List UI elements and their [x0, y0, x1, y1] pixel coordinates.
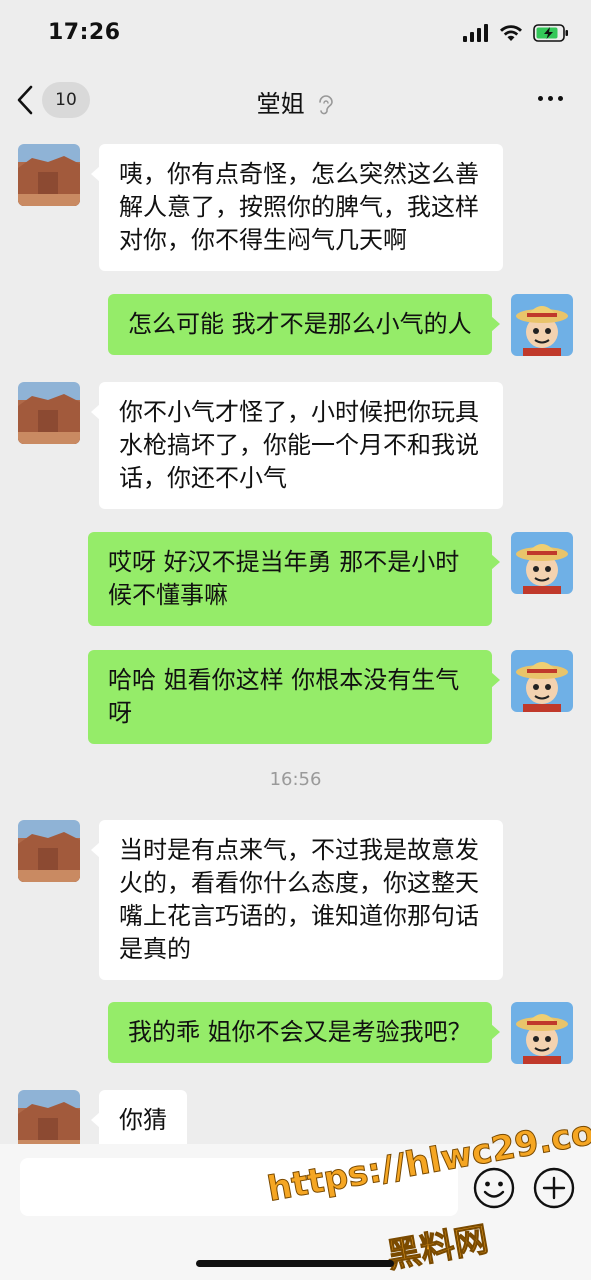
battery-charging-icon	[533, 24, 568, 42]
message-bubble-outgoing[interactable]: 哈哈 姐看你这样 你根本没有生气呀	[88, 650, 500, 744]
cartoon-strawhat-avatar-icon	[511, 294, 573, 356]
message-bubble-incoming[interactable]: 你不小气才怪了，小时候把你玩具水枪搞坏了，你能一个月不和我说话，你还不小气	[91, 382, 503, 509]
my-avatar[interactable]	[511, 532, 573, 594]
more-dot-icon	[548, 96, 553, 101]
my-avatar[interactable]	[511, 650, 573, 712]
desert-rock-avatar-icon	[18, 382, 80, 444]
message-bubble-incoming[interactable]: 你猜	[91, 1090, 187, 1144]
cartoon-strawhat-avatar-icon	[511, 1002, 573, 1064]
earpiece-mode-icon	[319, 95, 334, 115]
my-avatar[interactable]	[511, 294, 573, 356]
chat-title-area: 堂姐	[0, 84, 591, 119]
contact-avatar[interactable]	[18, 382, 80, 444]
cellular-signal-icon	[463, 24, 488, 42]
contact-avatar[interactable]	[18, 820, 80, 882]
cartoon-strawhat-avatar-icon	[511, 650, 573, 712]
contact-avatar[interactable]	[18, 1090, 80, 1144]
watermark-site-name: 黑料网	[383, 1219, 492, 1277]
desert-rock-avatar-icon	[18, 144, 80, 206]
chat-header: 10 堂姐	[0, 66, 591, 132]
chat-title: 堂姐	[256, 90, 305, 118]
cartoon-strawhat-avatar-icon	[511, 532, 573, 594]
message-bubble-outgoing[interactable]: 怎么可能 我才不是那么小气的人	[108, 294, 500, 355]
status-time: 17:26	[48, 20, 121, 45]
message-list[interactable]: 咦，你有点奇怪，怎么突然这么善解人意了，按照你的脾气，我这样对你，你不得生闷气几…	[0, 132, 591, 1144]
wifi-icon	[500, 25, 522, 41]
message-timestamp: 16:56	[269, 769, 322, 790]
message-bubble-outgoing[interactable]: 我的乖 姐你不会又是考验我吧？	[108, 1002, 500, 1063]
status-bar: 17:26	[0, 0, 591, 66]
more-dot-icon	[558, 96, 563, 101]
contact-avatar[interactable]	[18, 144, 80, 206]
message-bubble-incoming[interactable]: 当时是有点来气，不过我是故意发火的，看看你什么态度，你这整天嘴上花言巧语的，谁知…	[91, 820, 503, 980]
desert-rock-avatar-icon	[18, 820, 80, 882]
status-icons	[463, 24, 569, 42]
message-bubble-incoming[interactable]: 咦，你有点奇怪，怎么突然这么善解人意了，按照你的脾气，我这样对你，你不得生闷气几…	[91, 144, 503, 271]
more-options-button[interactable]	[538, 96, 563, 101]
desert-rock-avatar-icon	[18, 1090, 80, 1144]
my-avatar[interactable]	[511, 1002, 573, 1064]
more-dot-icon	[538, 96, 543, 101]
home-indicator[interactable]	[196, 1260, 394, 1267]
message-bubble-outgoing[interactable]: 哎呀 好汉不提当年勇 那不是小时候不懂事嘛	[88, 532, 500, 626]
